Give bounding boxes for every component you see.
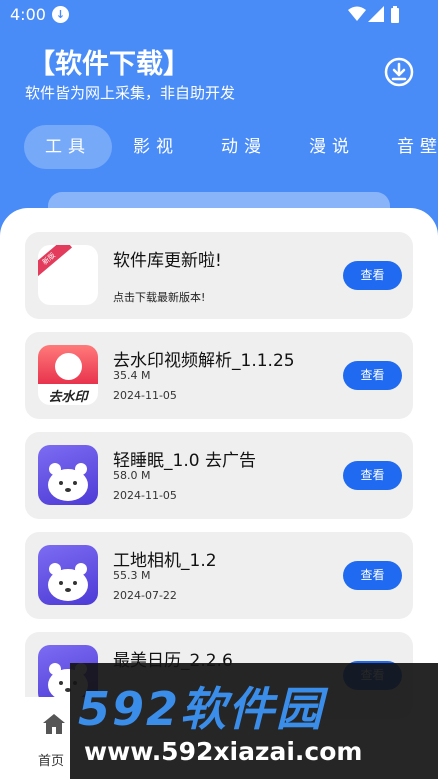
new-ribbon: 新版 bbox=[38, 245, 73, 280]
app-card-watermark[interactable]: 去水印 去水印视频解析_1.1.25 35.4 M 2024-11-05 查看 bbox=[25, 332, 413, 419]
page-title: 【软件下载】 bbox=[28, 49, 190, 80]
battery-icon bbox=[391, 6, 399, 23]
status-time: 4:00 bbox=[10, 5, 46, 24]
signal-icon bbox=[368, 6, 384, 22]
view-button[interactable]: 查看 bbox=[343, 361, 402, 390]
tab-wallpaper[interactable]: 音壁 bbox=[376, 125, 438, 169]
app-name: 轻睡眠_1.0 去广告 bbox=[113, 451, 256, 471]
app-size: 58.0 M bbox=[113, 469, 151, 482]
home-icon[interactable] bbox=[42, 713, 66, 735]
app-name: 软件库更新啦! bbox=[113, 251, 222, 271]
watermark-remover-icon: 去水印 bbox=[38, 345, 98, 405]
tab-tools[interactable]: 工具 bbox=[24, 125, 112, 169]
app-date: 2024-11-05 bbox=[113, 389, 177, 402]
view-button[interactable]: 查看 bbox=[343, 461, 402, 490]
app-name: 工地相机_1.2 bbox=[113, 551, 217, 571]
app-date: 2024-11-05 bbox=[113, 489, 177, 502]
view-button[interactable]: 查看 bbox=[343, 561, 402, 590]
polar-bear-icon bbox=[38, 545, 98, 605]
category-tabs: 工具 影视 动漫 漫说 音壁 bbox=[0, 125, 438, 169]
film-reel-icon bbox=[55, 353, 82, 380]
view-button[interactable]: 查看 bbox=[343, 261, 402, 290]
tab-movies[interactable]: 影视 bbox=[112, 125, 200, 169]
site-watermark: 592软件园 www.592xiazai.com bbox=[70, 663, 438, 779]
new-badge-icon: 新版 bbox=[38, 245, 98, 305]
app-size: 55.3 M bbox=[113, 569, 151, 582]
download-icon[interactable] bbox=[384, 57, 414, 87]
watermark-url: www.592xiazai.com bbox=[84, 737, 363, 766]
app-card-sleep[interactable]: 轻睡眠_1.0 去广告 58.0 M 2024-11-05 查看 bbox=[25, 432, 413, 519]
status-bar: 4:00 ↓ bbox=[0, 0, 438, 30]
download-notification-icon: ↓ bbox=[52, 6, 69, 23]
watermark-brand: 592软件园 bbox=[78, 682, 325, 736]
app-size: 35.4 M bbox=[113, 369, 151, 382]
app-note: 点击下载最新版本! bbox=[113, 291, 206, 304]
status-icons bbox=[348, 6, 408, 24]
tab-manga[interactable]: 漫说 bbox=[288, 125, 376, 169]
tab-anime[interactable]: 动漫 bbox=[200, 125, 288, 169]
app-card-camera[interactable]: 工地相机_1.2 55.3 M 2024-07-22 查看 bbox=[25, 532, 413, 619]
nav-home-label[interactable]: 首页 bbox=[38, 750, 64, 769]
app-date: 2024-07-22 bbox=[113, 589, 177, 602]
wifi-icon bbox=[348, 6, 366, 21]
app-card-update[interactable]: 新版 软件库更新啦! 点击下载最新版本! 查看 bbox=[25, 232, 413, 319]
page-subtitle: 软件皆为网上采集，非自助开发 bbox=[25, 84, 236, 102]
icon-text: 去水印 bbox=[48, 390, 88, 405]
polar-bear-icon bbox=[38, 445, 98, 505]
app-name: 去水印视频解析_1.1.25 bbox=[113, 351, 295, 371]
